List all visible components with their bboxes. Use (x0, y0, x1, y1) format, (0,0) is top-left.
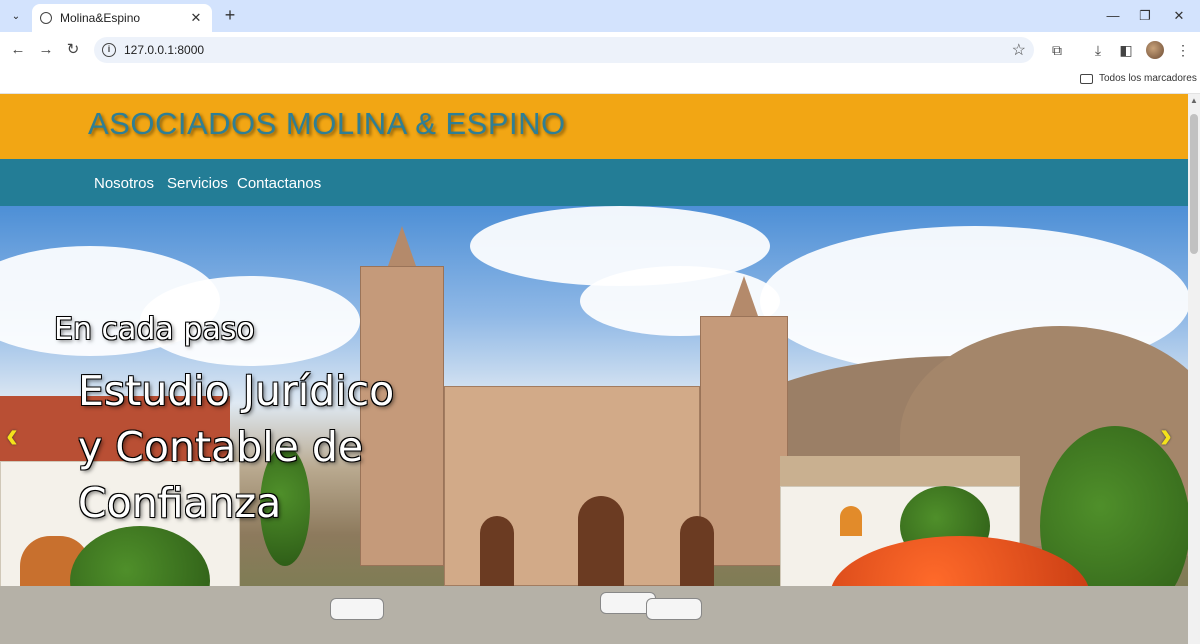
tab-title: Molina&Espino (60, 11, 141, 25)
folder-icon (1080, 73, 1093, 84)
nav-link-nosotros[interactable]: Nosotros (94, 175, 154, 192)
profile-avatar[interactable] (1146, 41, 1164, 59)
site-nav: Nosotros Servicios Contactanos (0, 159, 1188, 206)
nav-link-contactanos[interactable]: Contactanos (237, 175, 321, 192)
site-info-icon[interactable]: i (102, 43, 116, 57)
site-title: ASOCIADOS MOLINA & ESPINO (88, 106, 566, 141)
hero-kicker: En cada paso (54, 312, 255, 347)
plaza-road (0, 586, 1188, 644)
sidepanel-icon[interactable]: ◧ (1117, 41, 1135, 59)
bookmarks-folder-label: Todos los marcadores (1099, 73, 1197, 84)
site-header: ASOCIADOS MOLINA & ESPINO (0, 94, 1188, 159)
hero-carousel: En cada paso Estudio Jurídico y Contable… (0, 206, 1188, 644)
browser-toolbar: ← → ↻ i 127.0.0.1:8000 ☆ ⧉ ⤓ ◧ ⋮ (0, 32, 1200, 68)
scroll-thumb[interactable] (1190, 114, 1198, 254)
tab-search-icon[interactable]: ⌄ (6, 6, 26, 26)
page-scrollbar[interactable]: ▲ (1188, 94, 1200, 644)
web-page: ASOCIADOS MOLINA & ESPINO Nosotros Servi… (0, 94, 1188, 644)
address-bar[interactable]: i 127.0.0.1:8000 ☆ (94, 37, 1034, 63)
forward-icon[interactable]: → (36, 40, 56, 60)
new-tab-button[interactable]: + (220, 6, 240, 26)
url-text: 127.0.0.1:8000 (124, 43, 205, 57)
reload-icon[interactable]: ↻ (63, 40, 83, 60)
extensions-icon[interactable]: ⧉ (1048, 41, 1066, 59)
site-favicon-icon (40, 12, 52, 24)
all-bookmarks-folder[interactable]: Todos los marcadores (1080, 73, 1197, 84)
browser-tab[interactable]: Molina&Espino ✕ (32, 4, 212, 32)
carousel-prev-icon[interactable]: ‹ (6, 414, 18, 456)
star-icon[interactable]: ☆ (1012, 40, 1026, 60)
bookmarks-bar: Todos los marcadores (0, 68, 1200, 94)
tab-close-icon[interactable]: ✕ (188, 10, 204, 26)
back-icon[interactable]: ← (8, 40, 28, 60)
restore-icon[interactable]: ❐ (1130, 4, 1160, 28)
nav-link-servicios[interactable]: Servicios (167, 175, 228, 192)
minimize-icon[interactable]: — (1098, 4, 1128, 28)
download-icon[interactable]: ⤓ (1089, 41, 1107, 59)
carousel-next-icon[interactable]: › (1160, 414, 1172, 456)
tab-strip: ⌄ Molina&Espino ✕ + — ❐ ✕ (0, 0, 1200, 32)
window-close-icon[interactable]: ✕ (1164, 4, 1194, 28)
scroll-up-icon[interactable]: ▲ (1190, 96, 1198, 105)
menu-icon[interactable]: ⋮ (1174, 41, 1192, 59)
hero-headline: Estudio Jurídico y Contable de Confianza (78, 367, 395, 527)
